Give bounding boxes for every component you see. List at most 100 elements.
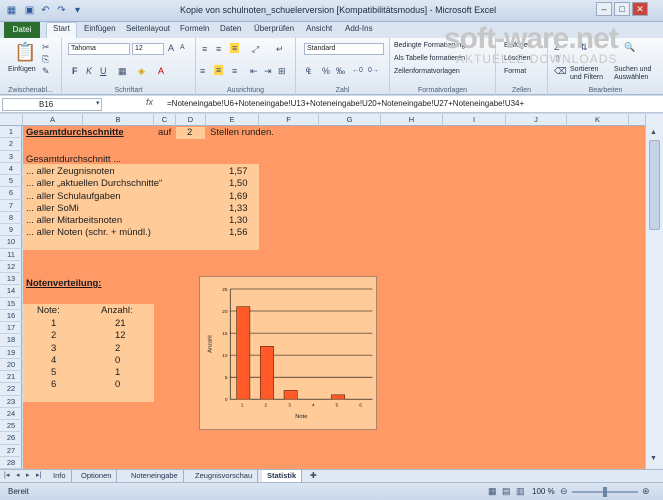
scroll-up-icon[interactable]: ▲	[650, 128, 657, 138]
bold-button[interactable]: F	[72, 66, 78, 76]
row-header[interactable]: 12	[0, 261, 22, 273]
maximize-button[interactable]: □	[614, 2, 630, 16]
find-select-icon[interactable]: 🔍	[624, 42, 635, 52]
copy-icon[interactable]: ⎘	[42, 54, 49, 64]
italic-button[interactable]: K	[86, 66, 92, 76]
name-box[interactable]: B16	[2, 98, 102, 111]
zoom-slider-thumb[interactable]	[603, 487, 607, 497]
quick-access-dropdown-icon[interactable]: ▾	[70, 3, 85, 18]
save-icon[interactable]: ▣	[22, 3, 37, 18]
dist-count-value[interactable]: 2	[115, 343, 120, 355]
increase-decimal-icon[interactable]: ←0	[352, 66, 363, 76]
next-sheet-icon[interactable]: ▸	[26, 471, 30, 481]
column-header[interactable]: D	[176, 114, 206, 126]
close-button[interactable]: ✕	[632, 2, 648, 16]
normal-view-icon[interactable]: ▦	[488, 486, 497, 496]
sort-filter-button[interactable]: Sortieren	[570, 66, 598, 73]
row-header[interactable]: 26	[0, 432, 22, 445]
dist-note-value[interactable]: 5	[51, 367, 56, 379]
paste-icon[interactable]: 📋	[14, 42, 36, 62]
select-all-corner[interactable]	[0, 114, 23, 126]
align-left-icon[interactable]: ≡	[200, 66, 205, 76]
sheet-tab-noteneingabe[interactable]: Noteneingabe	[126, 470, 184, 482]
decimals-input[interactable]: 2	[187, 127, 192, 139]
page-layout-view-icon[interactable]: ▤	[502, 486, 511, 496]
orientation-icon[interactable]: ⤢	[252, 44, 259, 54]
increase-indent-icon[interactable]: ⇥	[264, 66, 272, 76]
font-name-select[interactable]: Tahoma	[68, 43, 130, 55]
tab-ueberpruefen[interactable]: Überprüfen	[254, 24, 294, 33]
redo-icon[interactable]: ↷	[54, 3, 69, 18]
sheet-tab-zeugnisvorschau[interactable]: Zeugnisvorschau	[190, 470, 259, 482]
row-header[interactable]: 15	[0, 298, 22, 310]
sheet-tab-statistik[interactable]: Statistik	[262, 470, 303, 482]
row-header[interactable]: 21	[0, 371, 22, 384]
row-header[interactable]: 16	[0, 310, 22, 322]
sheet-tab-info[interactable]: Info	[48, 470, 72, 482]
cut-icon[interactable]: ✂	[42, 42, 50, 52]
dist-note-value[interactable]: 2	[51, 330, 56, 342]
paste-button[interactable]: Einfügen	[8, 66, 36, 73]
average-value[interactable]: 1,57	[229, 166, 248, 178]
name-box-dropdown-icon[interactable]: ▾	[96, 99, 100, 109]
dist-count-value[interactable]: 12	[115, 330, 126, 342]
row-header[interactable]: 17	[0, 322, 22, 335]
align-right-icon[interactable]: ≡	[232, 66, 237, 76]
column-header[interactable]: F	[259, 114, 319, 126]
average-value[interactable]: 1,30	[229, 215, 248, 227]
scroll-thumb[interactable]	[649, 140, 660, 230]
row-header[interactable]: 5	[0, 175, 22, 188]
row-header[interactable]: 11	[0, 249, 22, 261]
row-header[interactable]: 4	[0, 163, 22, 175]
format-cells-button[interactable]: Format	[504, 68, 526, 75]
row-header[interactable]: 22	[0, 383, 22, 396]
row-header[interactable]: 3	[0, 151, 22, 163]
column-header[interactable]: H	[381, 114, 443, 126]
font-color-icon[interactable]: A	[158, 66, 164, 76]
thousands-icon[interactable]: ‰	[336, 66, 345, 76]
find-select-button-line2[interactable]: Auswählen	[614, 74, 648, 81]
row-header[interactable]: 10	[0, 236, 22, 249]
merge-center-icon[interactable]: ⊞	[278, 66, 286, 76]
row-header[interactable]: 14	[0, 285, 22, 298]
clear-icon[interactable]: ⌫	[554, 66, 567, 76]
row-header[interactable]: 23	[0, 396, 22, 408]
prev-sheet-icon[interactable]: ◂	[16, 471, 20, 481]
row-header[interactable]: 7	[0, 200, 22, 212]
currency-icon[interactable]: ₠	[306, 66, 311, 76]
grow-font-icon[interactable]: A	[168, 43, 174, 53]
row-header[interactable]: 13	[0, 273, 22, 286]
row-header[interactable]: 1	[0, 126, 22, 139]
average-value[interactable]: 1,33	[229, 203, 248, 215]
align-top-icon[interactable]: ≡	[202, 44, 207, 54]
undo-icon[interactable]: ↶	[38, 3, 53, 18]
vertical-scrollbar[interactable]: ▲ ▼	[645, 114, 663, 469]
row-header[interactable]: 18	[0, 334, 22, 347]
dist-count-value[interactable]: 0	[115, 355, 120, 367]
row-header[interactable]: 19	[0, 347, 22, 359]
first-sheet-icon[interactable]: |◂	[4, 471, 9, 481]
column-header[interactable]: K	[567, 114, 629, 126]
new-sheet-icon[interactable]: ✚	[310, 471, 317, 481]
column-header[interactable]: G	[319, 114, 381, 126]
row-header[interactable]: 25	[0, 420, 22, 433]
row-header[interactable]: 27	[0, 445, 22, 457]
dist-count-value[interactable]: 1	[115, 367, 120, 379]
scroll-down-icon[interactable]: ▼	[650, 454, 657, 464]
wrap-text-icon[interactable]: ↵	[276, 44, 284, 54]
minimize-button[interactable]: –	[596, 2, 612, 16]
dist-note-value[interactable]: 4	[51, 355, 56, 367]
tab-einfuegen[interactable]: Einfügen	[84, 24, 116, 33]
decrease-indent-icon[interactable]: ⇤	[250, 66, 258, 76]
zoom-in-icon[interactable]: ⊕	[642, 486, 650, 496]
average-value[interactable]: 1,50	[229, 178, 248, 190]
sort-filter-button-line2[interactable]: und Filtern	[570, 74, 603, 81]
dist-note-value[interactable]: 3	[51, 343, 56, 355]
row-header[interactable]: 2	[0, 138, 22, 151]
fill-color-icon[interactable]: ◈	[138, 66, 145, 76]
sheet-tab-optionen[interactable]: Optionen	[76, 470, 118, 482]
find-select-button[interactable]: Suchen und	[614, 66, 651, 73]
page-break-view-icon[interactable]: ▥	[516, 486, 525, 496]
shrink-font-icon[interactable]: A	[180, 43, 185, 53]
underline-button[interactable]: U	[100, 66, 107, 76]
